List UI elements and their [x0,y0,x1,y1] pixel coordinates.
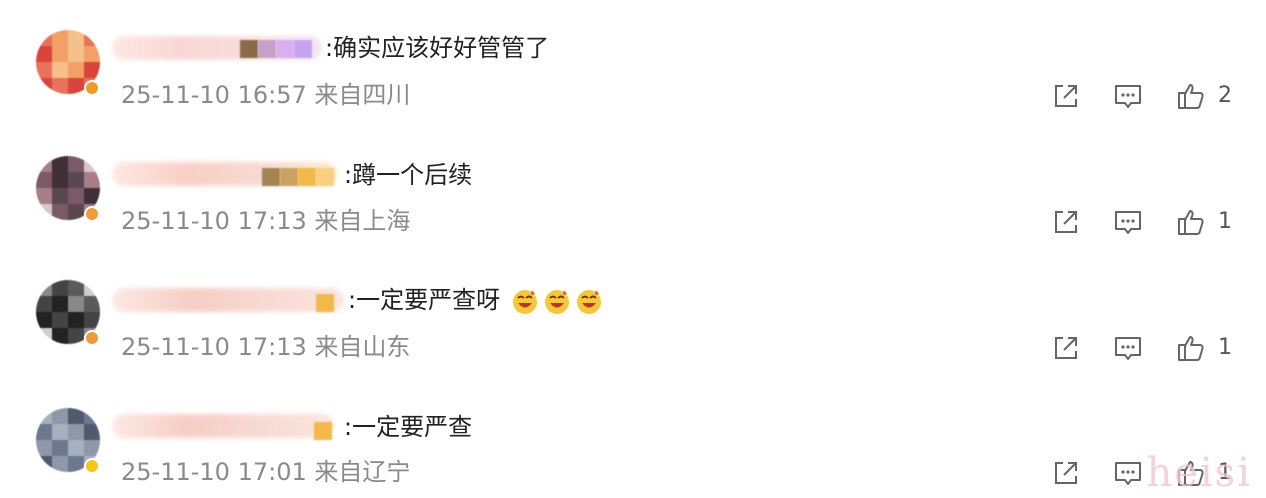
comment-item: :确实应该好好管管了 25-11-10 16:57 来自四川 2 [0,0,1266,124]
user-badge-icon [276,40,294,58]
comment-location: 来自上海 [314,207,411,235]
verified-badge-icon [84,80,100,96]
comment-text: :确实应该好好管管了 [325,34,550,62]
comment-icon[interactable] [1112,80,1144,112]
comment-location: 来自山东 [314,333,411,361]
laughing-emoji-icon [544,290,569,314]
watermark: heisi [1146,450,1252,496]
like-count: 2 [1218,83,1232,108]
comment-text: :一定要严查 [344,413,473,441]
verified-badge-icon [84,206,100,222]
user-badge-icon [294,40,312,58]
comment-meta: 25-11-10 17:13 来自上海 [121,206,410,236]
share-icon[interactable] [1050,206,1082,238]
user-badge-icon [262,168,280,186]
comment-item: :蹲一个后续 25-11-10 17:13 来自上海 1 [0,124,1266,248]
username-blurred[interactable] [112,414,334,438]
comment-time: 25-11-10 16:57 [121,81,307,109]
comment-location: 来自辽宁 [314,458,411,486]
comment-text-content: :一定要严查呀 [348,286,501,314]
share-icon[interactable] [1050,80,1082,112]
comment-text: :一定要严查呀 [348,285,604,316]
like-count: 1 [1218,209,1232,234]
user-badge-icon [280,168,298,186]
comment-text: :蹲一个后续 [344,161,473,189]
comment-time: 25-11-10 17:01 [121,458,307,486]
user-badge-icon [316,168,334,186]
thumbs-up-icon[interactable] [1175,80,1207,112]
comment-item: :一定要严查 25-11-10 17:01 来自辽宁 1 [0,372,1266,496]
comment-icon[interactable] [1112,206,1144,238]
user-badge-icon [314,422,332,440]
share-icon[interactable] [1050,332,1082,364]
comment-icon[interactable] [1112,332,1144,364]
comment-meta: 25-11-10 17:13 来自山东 [121,332,410,362]
user-badge-icon [298,168,316,186]
thumbs-up-icon[interactable] [1175,206,1207,238]
user-badge-icon [240,40,258,58]
user-badge-icon [258,40,276,58]
share-icon[interactable] [1050,457,1082,489]
comment-time: 25-11-10 17:13 [121,333,307,361]
comment-time: 25-11-10 17:13 [121,207,307,235]
user-badge-icon [316,294,334,312]
laughing-emoji-icon [512,290,537,314]
thumbs-up-icon[interactable] [1175,332,1207,364]
laughing-emoji-icon [576,290,601,314]
username-blurred[interactable] [112,288,344,312]
comment-icon[interactable] [1112,457,1144,489]
like-count: 1 [1218,335,1232,360]
comment-item: :一定要严查呀 25-11-10 17:13 来自山东 1 [0,248,1266,372]
comment-meta: 25-11-10 16:57 来自四川 [121,80,410,110]
comment-meta: 25-11-10 17:01 来自辽宁 [121,457,410,487]
verified-badge-icon [84,458,100,474]
verified-badge-icon [84,330,100,346]
comment-location: 来自四川 [314,81,411,109]
